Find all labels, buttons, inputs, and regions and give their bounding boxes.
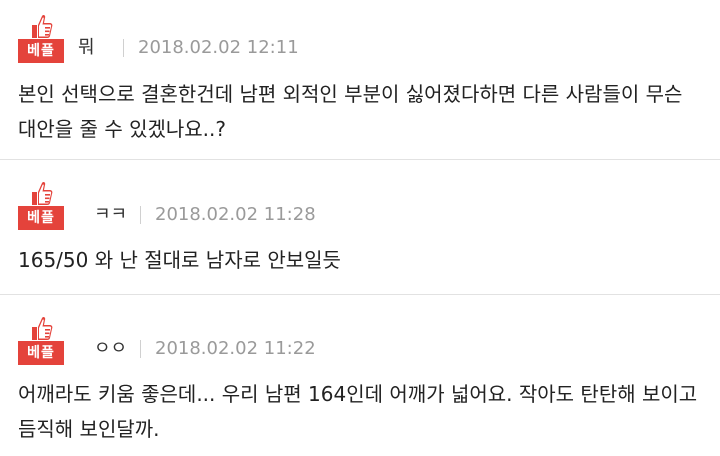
comment-text: 165/50 와 난 절대로 남자로 안보일듯: [18, 248, 341, 272]
comment-timestamp: 2018.02.02 12:11: [138, 37, 299, 58]
best-reply-badge: 베플: [18, 13, 64, 63]
best-reply-label: 베플: [18, 39, 64, 63]
comment-timestamp: 2018.02.02 11:22: [155, 338, 316, 359]
best-reply-label: 베플: [18, 341, 64, 365]
meta-separator: [123, 39, 124, 57]
comment-meta: 베플 ㅇㅇ 2018.02.02 11:22: [18, 295, 706, 365]
comment-author[interactable]: ㅋㅋ: [94, 204, 127, 226]
thumbs-up-icon: [32, 181, 53, 205]
meta-separator: [140, 206, 141, 224]
best-reply-label: 베플: [18, 206, 64, 230]
comment-meta: 베플 뭐 2018.02.02 12:11: [18, 0, 706, 63]
thumbs-up-icon: [32, 14, 53, 39]
comment-meta: 베플 ㅋㅋ 2018.02.02 11:28: [18, 160, 706, 230]
best-reply-badge: 베플: [18, 315, 64, 365]
thumbs-up-icon: [32, 316, 53, 340]
comment-text: 본인 선택으로 결혼한건데 남편 외적인 부분이 싫어졌다하면 다른 사람들이 …: [18, 82, 683, 141]
best-reply-badge: 베플: [18, 180, 64, 230]
comment-item: 베플 ㅋㅋ 2018.02.02 11:28 165/50 와 난 절대로 남자…: [0, 160, 720, 294]
comment-item: 베플 뭐 2018.02.02 12:11 본인 선택으로 결혼한건데 남편 외…: [0, 0, 720, 159]
comment-author[interactable]: ㅇㅇ: [94, 338, 127, 360]
comment-author[interactable]: 뭐: [78, 37, 95, 59]
meta-separator: [140, 340, 141, 358]
comment-list: 베플 뭐 2018.02.02 12:11 본인 선택으로 결혼한건데 남편 외…: [0, 0, 720, 456]
comment-item: 베플 ㅇㅇ 2018.02.02 11:22 어깨라도 키움 좋은데... 우리…: [0, 295, 720, 456]
comment-timestamp: 2018.02.02 11:28: [155, 204, 316, 225]
comment-text: 어깨라도 키움 좋은데... 우리 남편 164인데 어깨가 넓어요. 작아도 …: [18, 382, 698, 441]
